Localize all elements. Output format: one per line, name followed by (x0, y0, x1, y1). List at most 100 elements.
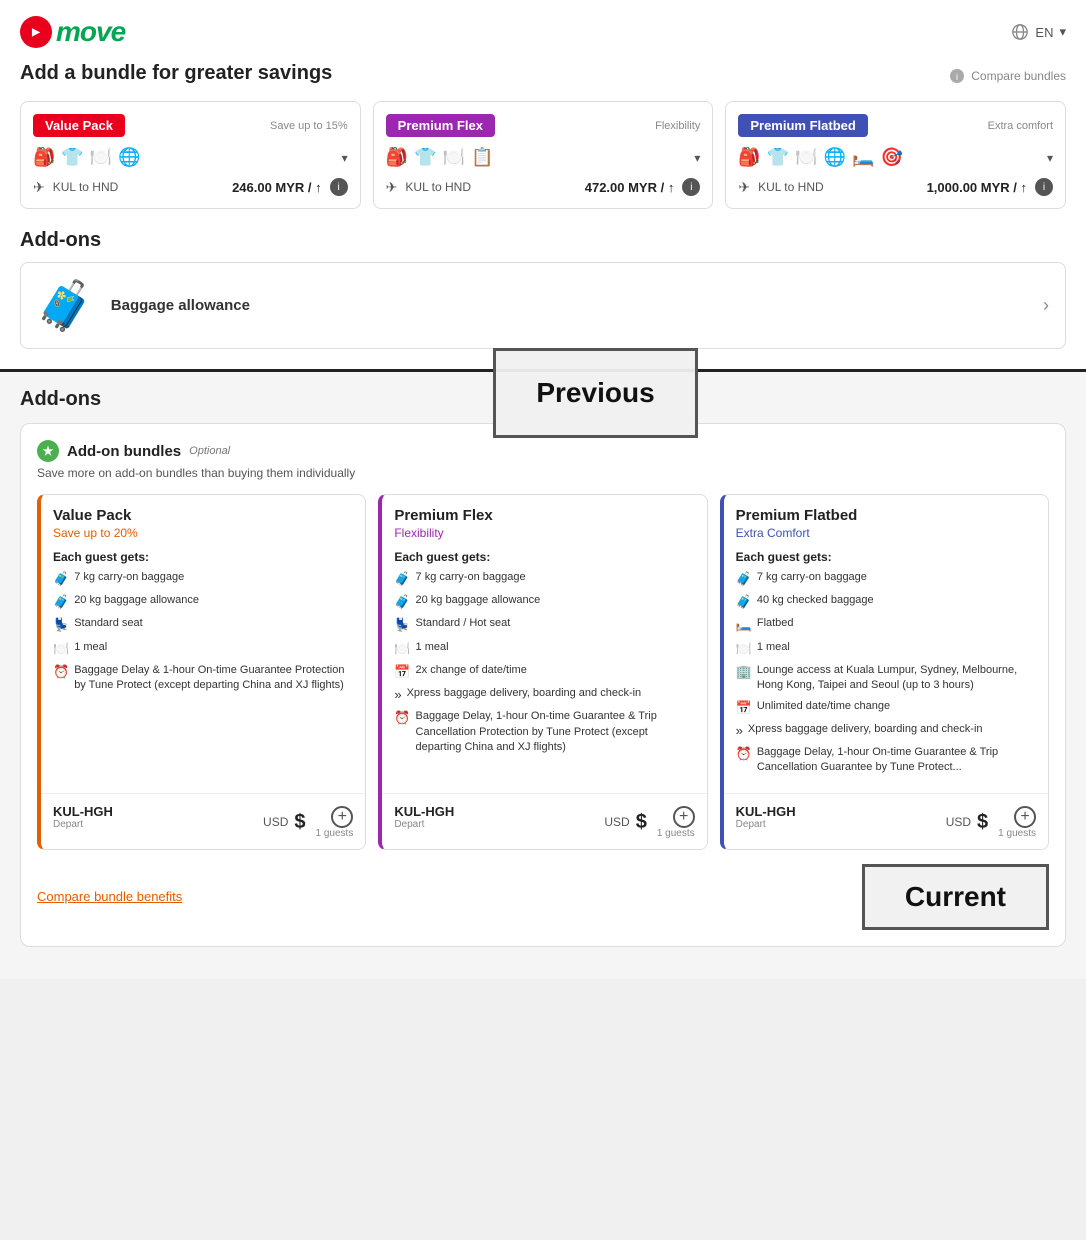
logo-icon: ▶ (20, 16, 52, 48)
save-text: Save more on add-on bundles than buying … (37, 466, 1049, 480)
bundle-card-value-pack[interactable]: Value Pack Save up to 15% 🎒👕🍽️🌐 ▾ ✈ KUL … (20, 101, 361, 209)
vp-currency: USD (263, 815, 288, 829)
vp-name: Value Pack (53, 507, 353, 524)
premium-flatbed-subtitle: Extra comfort (988, 120, 1053, 132)
pfb-route: KUL-HGH (736, 804, 796, 819)
chevron-right-icon: › (1043, 295, 1049, 316)
compare-bundle-benefits-link[interactable]: Compare bundle benefits (37, 889, 182, 904)
list-item: 💺Standard / Hot seat (394, 616, 694, 634)
premium-flex-route: KUL to HND (405, 180, 471, 194)
vp-add-button[interactable]: + (331, 806, 353, 828)
pf-route: KUL-HGH (394, 804, 454, 819)
list-item: 📅Unlimited date/time change (736, 699, 1036, 717)
globe-icon (1011, 23, 1029, 41)
pf-feature-list: 🧳7 kg carry-on baggage 🧳20 kg baggage al… (394, 570, 694, 755)
pf-each-guest: Each guest gets: (394, 550, 694, 564)
premium-flex-price: 472.00 MYR / ↑ (585, 180, 675, 195)
premium-flex-info[interactable]: i (682, 178, 700, 196)
vp-depart: Depart (53, 819, 113, 830)
compare-bundles-label: Compare bundles (971, 69, 1066, 83)
pf-subtitle: Flexibility (394, 526, 694, 540)
list-item: 🧳7 kg carry-on baggage (736, 570, 1036, 588)
list-item: 🏢Lounge access at Kuala Lumpur, Sydney, … (736, 663, 1036, 694)
list-item: 🍽️1 meal (53, 640, 353, 658)
pfb-depart: Depart (736, 819, 796, 830)
compare-bundles-button[interactable]: i Compare bundles (949, 68, 1066, 84)
pfb-currency: USD (946, 815, 971, 829)
bundle-card-premium-flatbed[interactable]: Premium Flatbed Extra comfort 🎒👕🍽️🌐🛏️🎯 ▾… (725, 101, 1066, 209)
vp-feature-list: 🧳7 kg carry-on baggage 🧳20 kg baggage al… (53, 570, 353, 694)
premium-flatbed-price: 1,000.00 MYR / ↑ (927, 180, 1027, 195)
bottom-section: Add-ons ★ Add-on bundles Optional Save m… (0, 372, 1086, 979)
pf-currency: USD (604, 815, 629, 829)
detail-cards-row: Value Pack Save up to 20% Each guest get… (37, 494, 1049, 850)
premium-flatbed-dropdown[interactable]: ▾ (1047, 151, 1053, 165)
value-pack-subtitle: Save up to 15% (270, 120, 348, 132)
list-item: 🧳40 kg checked baggage (736, 593, 1036, 611)
list-item: ⏰Baggage Delay & 1-hour On-time Guarante… (53, 663, 353, 694)
value-pack-dropdown[interactable]: ▾ (342, 151, 348, 165)
pfb-add-button[interactable]: + (1014, 806, 1036, 828)
addon-bundles-card: ★ Add-on bundles Optional Save more on a… (20, 423, 1066, 947)
lang-chevron-icon: ▾ (1059, 24, 1066, 40)
pf-footer: KUL-HGH Depart USD $ + 1 guests (382, 793, 706, 849)
pfb-feature-list: 🧳7 kg carry-on baggage 🧳40 kg checked ba… (736, 570, 1036, 776)
pfb-each-guest: Each guest gets: (736, 550, 1036, 564)
vp-dollar: $ (294, 811, 305, 834)
bundle-cards-row: Value Pack Save up to 15% 🎒👕🍽️🌐 ▾ ✈ KUL … (20, 101, 1066, 209)
current-label: Current (905, 881, 1006, 913)
pfb-guests: 1 guests (998, 828, 1036, 839)
list-item: 🍽️1 meal (736, 640, 1036, 658)
pf-guests: 1 guests (657, 828, 695, 839)
list-item: 📅2x change of date/time (394, 663, 694, 681)
language-selector[interactable]: EN ▾ (1011, 23, 1066, 41)
list-item: ⏰Baggage Delay, 1-hour On-time Guarantee… (736, 745, 1036, 776)
baggage-allowance-card[interactable]: 🧳 Baggage allowance › (20, 262, 1066, 349)
value-pack-icons: 🎒👕🍽️🌐 ▾ (33, 147, 348, 168)
list-item: »Xpress baggage delivery, boarding and c… (736, 722, 1036, 740)
pf-name: Premium Flex (394, 507, 694, 524)
optional-badge: Optional (189, 445, 230, 457)
pf-depart: Depart (394, 819, 454, 830)
detail-card-premium-flex[interactable]: Premium Flex Flexibility Each guest gets… (378, 494, 707, 850)
list-item: 🧳20 kg baggage allowance (53, 593, 353, 611)
vp-subtitle: Save up to 20% (53, 526, 353, 540)
baggage-emoji-icon: 🧳 (35, 277, 95, 334)
detail-card-premium-flatbed[interactable]: Premium Flatbed Extra Comfort Each guest… (720, 494, 1049, 850)
premium-flatbed-info[interactable]: i (1035, 178, 1053, 196)
premium-flex-dropdown[interactable]: ▾ (694, 151, 700, 165)
list-item: ⏰Baggage Delay, 1-hour On-time Guarantee… (394, 709, 694, 755)
list-item: 🛏️Flatbed (736, 616, 1036, 634)
vp-route: KUL-HGH (53, 804, 113, 819)
logo-text: MOVe (56, 16, 125, 48)
value-pack-price: 246.00 MYR / ↑ (232, 180, 322, 195)
pf-add-button[interactable]: + (673, 806, 695, 828)
list-item: 💺Standard seat (53, 616, 353, 634)
list-item: »Xpress baggage delivery, boarding and c… (394, 686, 694, 704)
previous-label: Previous (536, 377, 654, 409)
previous-tooltip: Previous (493, 348, 698, 438)
vp-guests: 1 guests (316, 828, 354, 839)
premium-flex-subtitle: Flexibility (655, 120, 700, 132)
addon-bundles-title: Add-on bundles (67, 443, 181, 460)
bottom-footer: Compare bundle benefits Current (37, 864, 1049, 930)
pfb-dollar: $ (977, 811, 988, 834)
bundle-section-title: Add a bundle for greater savings (20, 62, 332, 85)
baggage-allowance-label: Baggage allowance (111, 297, 250, 314)
vp-footer: KUL-HGH Depart USD $ + 1 guests (41, 793, 365, 849)
pf-dollar: $ (636, 811, 647, 834)
vp-each-guest: Each guest gets: (53, 550, 353, 564)
lang-label: EN (1035, 25, 1053, 40)
premium-flatbed-icons: 🎒👕🍽️🌐🛏️🎯 ▾ (738, 147, 1053, 168)
premium-flatbed-route: KUL to HND (758, 180, 824, 194)
star-icon: ★ (37, 440, 59, 462)
list-item: 🧳7 kg carry-on baggage (394, 570, 694, 588)
value-pack-route: KUL to HND (53, 180, 119, 194)
pfb-footer: KUL-HGH Depart USD $ + 1 guests (724, 793, 1048, 849)
detail-card-value-pack[interactable]: Value Pack Save up to 20% Each guest get… (37, 494, 366, 850)
list-item: 🧳20 kg baggage allowance (394, 593, 694, 611)
value-pack-info[interactable]: i (330, 178, 348, 196)
list-item: 🍽️1 meal (394, 640, 694, 658)
addons-section-title: Add-ons (20, 229, 1066, 252)
bundle-card-premium-flex[interactable]: Premium Flex Flexibility 🎒👕🍽️📋 ▾ ✈ KUL t… (373, 101, 714, 209)
